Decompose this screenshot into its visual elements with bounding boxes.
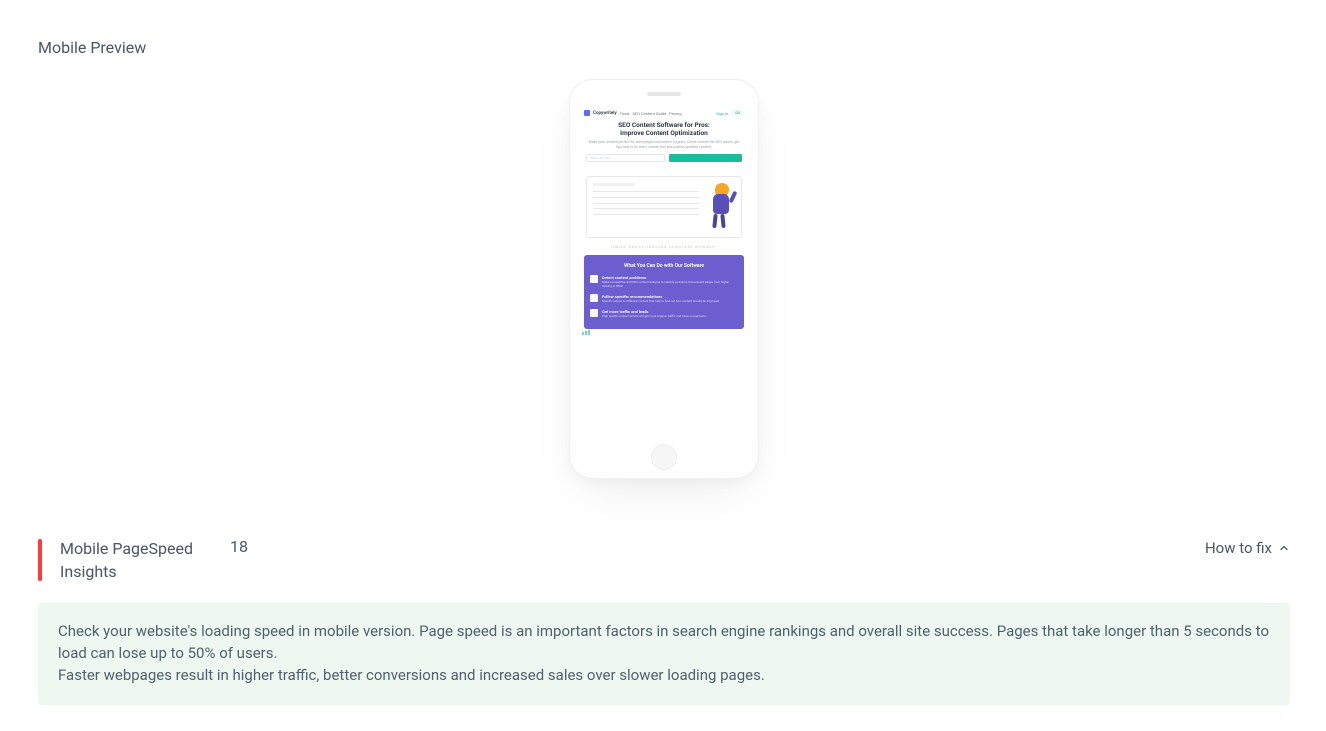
feature-item: Get more traffic and leads High quality …	[590, 309, 738, 319]
nav-item: SEO Content Guide	[632, 111, 666, 116]
phone-screen: Copywritely Tools SEO Content Guide Pric…	[578, 106, 750, 438]
phone-speaker	[647, 92, 681, 96]
feature-desc: High quality unique content will get mor…	[602, 315, 707, 319]
site-logo-icon	[584, 110, 590, 116]
feature-item: Detect content problems Make competitive…	[590, 275, 738, 289]
feature-item: Follow specific recommendations Specific…	[590, 294, 738, 304]
hero-subtitle: Make your content perfect for both peopl…	[586, 140, 742, 149]
chevron-up-icon	[1278, 542, 1290, 554]
feature-title: Get more traffic and leads	[602, 309, 707, 314]
severity-accent	[38, 539, 42, 581]
chart-icon	[582, 330, 596, 335]
nav-item: Tools	[620, 111, 630, 116]
hero-title: SEO Content Software for Pros: Improve C…	[586, 121, 742, 137]
insight-header: Mobile PageSpeed Insights 18 How to fix	[38, 537, 1290, 583]
how-to-fix-tip: Check your website's loading speed in mo…	[38, 603, 1290, 704]
phone-home-button-icon	[651, 444, 677, 470]
phone-mock: Copywritely Tools SEO Content Guide Pric…	[569, 79, 759, 479]
pagespeed-insight-card: Mobile PageSpeed Insights 18 How to fix …	[10, 521, 1318, 723]
site-hero: SEO Content Software for Pros: Improve C…	[578, 119, 750, 168]
nav-item: Pricing	[669, 111, 681, 116]
phone-mock-wrap: Copywritely Tools SEO Content Guide Pric…	[38, 79, 1290, 479]
how-to-fix-label: How to fix	[1205, 539, 1272, 557]
how-to-fix-toggle[interactable]: How to fix	[1205, 537, 1290, 557]
features-panel: What You Can Do with Our Software Detect…	[584, 255, 744, 329]
insight-score: 18	[230, 537, 248, 556]
nav-badge: GO	[731, 110, 744, 116]
mobile-preview-section: Mobile Preview Copywritely Tools SEO Con…	[10, 12, 1318, 507]
feature-desc: Specific advice to different content tha…	[602, 300, 720, 304]
hero-cta-button	[669, 154, 743, 162]
feature-icon	[590, 294, 598, 302]
hero-form: Paste your URL	[586, 154, 742, 162]
tip-line: Faster webpages result in higher traffic…	[58, 665, 1270, 687]
feature-icon	[590, 275, 598, 283]
site-nav: Copywritely Tools SEO Content Guide Pric…	[578, 106, 750, 119]
nav-signin: Sign in	[716, 111, 728, 116]
site-footer	[578, 329, 750, 337]
hero-input: Paste your URL	[586, 154, 665, 162]
insight-title: Mobile PageSpeed Insights	[60, 537, 210, 583]
site-brand: Copywritely	[593, 111, 617, 116]
hero-panel	[586, 176, 742, 238]
tip-line: Check your website's loading speed in mo…	[58, 621, 1270, 665]
feature-desc: Make competitive and SEO content analysi…	[602, 281, 738, 289]
feature-icon	[590, 309, 598, 317]
features-title: What You Can Do with Our Software	[590, 263, 738, 269]
partner-logos: OWOX depositphotos template monster	[578, 244, 750, 249]
mobile-preview-heading: Mobile Preview	[38, 38, 1290, 57]
hero-illustration-icon	[705, 183, 735, 231]
